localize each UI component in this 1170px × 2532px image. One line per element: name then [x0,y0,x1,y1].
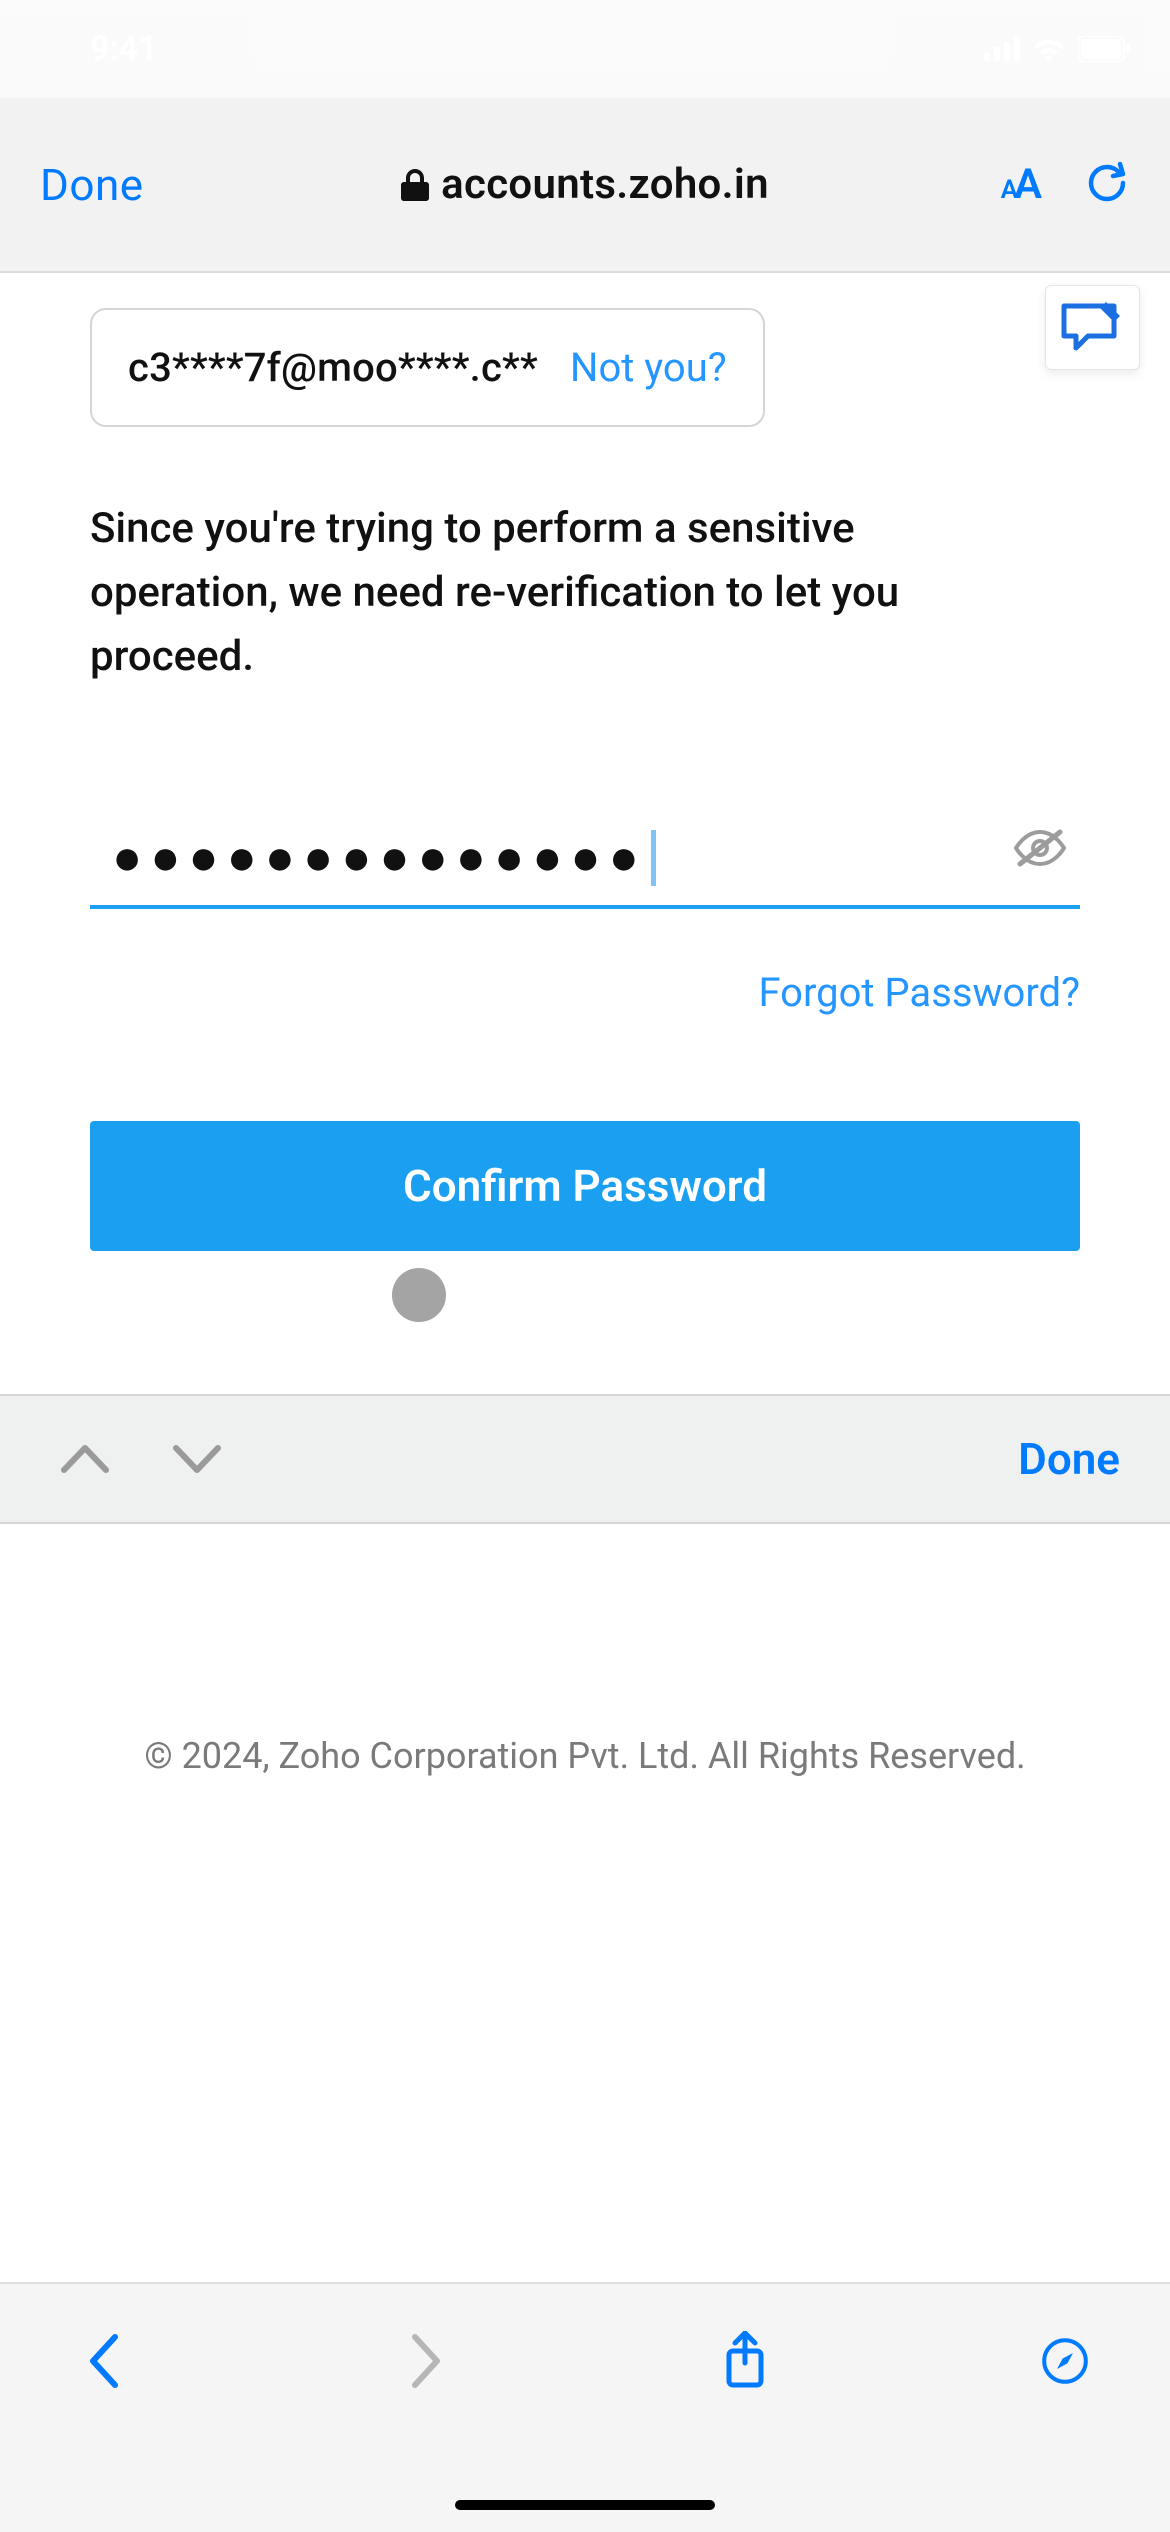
next-field-button[interactable] [162,1424,232,1494]
home-indicator [455,2500,715,2510]
lock-icon [401,169,429,201]
feedback-button[interactable] [1045,285,1140,370]
share-button[interactable] [710,2326,780,2396]
password-field[interactable]: ●●●●●●●●●●●●●● [90,828,1080,909]
toggle-password-visibility-button[interactable] [1014,828,1066,872]
status-bar: 9:41 [0,0,1170,98]
eye-off-icon [1014,828,1066,868]
chevron-right-icon [401,2331,449,2391]
masked-email: c3****7f@moo****.c** [128,344,538,391]
wifi-icon [1032,37,1066,61]
not-you-link[interactable]: Not you? [570,344,727,391]
reload-button[interactable] [1084,160,1130,210]
keyboard-done-button[interactable]: Done [1018,1433,1120,1485]
touch-indicator [392,1268,446,1322]
address-bar[interactable]: accounts.zoho.in [0,160,1170,209]
password-value: ●●●●●●●●●●●●●● [112,828,647,887]
explain-text: Since you're trying to perform a sensiti… [90,497,1050,688]
forward-button[interactable] [390,2326,460,2396]
text-caret [651,830,656,886]
footer-text: © 2024, Zoho Corporation Pvt. Ltd. All R… [0,1735,1170,1777]
share-icon [721,2331,769,2391]
reload-icon [1084,160,1130,206]
cellular-icon [984,37,1020,61]
account-box: c3****7f@moo****.c** Not you? [90,308,765,427]
compass-icon [1041,2331,1089,2391]
browser-bottom-toolbar [0,2282,1170,2532]
browser-done-button[interactable]: Done [40,159,144,211]
keyboard-accessory-bar: Done [0,1394,1170,1524]
battery-icon [1078,36,1130,62]
chevron-down-icon [172,1442,222,1476]
back-button[interactable] [70,2326,140,2396]
confirm-password-button[interactable]: Confirm Password [90,1121,1080,1251]
chevron-left-icon [81,2331,129,2391]
forgot-password-link[interactable]: Forgot Password? [758,969,1080,1016]
address-host: accounts.zoho.in [441,160,769,209]
status-right [984,36,1130,62]
text-size-button[interactable]: AA [1001,160,1042,209]
open-in-safari-button[interactable] [1030,2326,1100,2396]
page-content: c3****7f@moo****.c** Not you? Since you'… [0,273,1170,1251]
previous-field-button[interactable] [50,1424,120,1494]
browser-bar: Done accounts.zoho.in AA [0,98,1170,273]
chevron-up-icon [60,1442,110,1476]
feedback-icon [1058,300,1128,356]
status-time: 9:41 [90,29,158,69]
